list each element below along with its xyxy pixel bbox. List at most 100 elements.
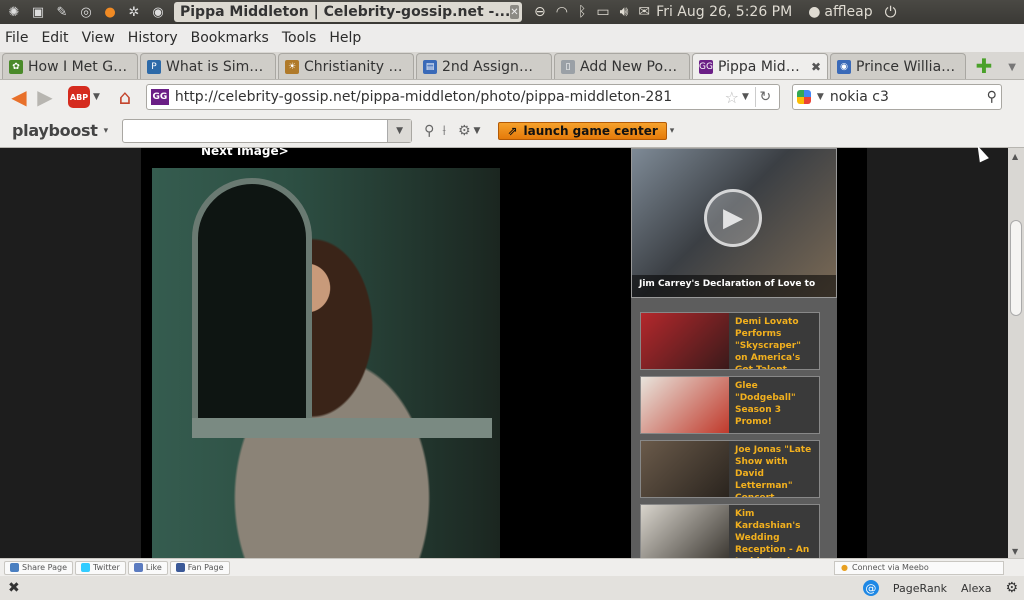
- tab-favicon: ▤: [423, 59, 437, 74]
- twitter-button[interactable]: Twitter: [75, 560, 126, 575]
- video-item[interactable]: Glee "Dodgeball" Season 3 Promo!: [640, 376, 820, 434]
- play-icon[interactable]: ▶: [704, 189, 762, 247]
- chat-icon[interactable]: ▣: [28, 2, 48, 22]
- magnifier-icon[interactable]: ⚲: [424, 123, 434, 139]
- share-page-label: Share Page: [22, 563, 67, 572]
- battery-icon[interactable]: ▭: [596, 4, 609, 20]
- video-thumbnail[interactable]: [641, 505, 729, 558]
- back-arrow-icon[interactable]: ◀: [6, 84, 32, 110]
- video-list: Demi Lovato Performs "Skyscraper" on Ame…: [640, 312, 820, 558]
- pagerank-label[interactable]: PageRank: [893, 582, 947, 595]
- video-title[interactable]: Joe Jonas "Late Show with David Letterma…: [729, 441, 819, 497]
- power-icon[interactable]: ⏻: [885, 3, 897, 21]
- firefox-icon[interactable]: ●: [100, 2, 120, 22]
- mail-icon[interactable]: ✉: [638, 4, 650, 20]
- tab-label: Add New Post ...: [580, 58, 683, 75]
- video-title[interactable]: Demi Lovato Performs "Skyscraper" on Ame…: [729, 313, 819, 369]
- gear-dropdown-icon[interactable]: ▼: [474, 126, 481, 136]
- url-text[interactable]: http://celebrity-gossip.net/pippa-middle…: [175, 89, 672, 105]
- tab-pippa-middleton[interactable]: GG Pippa Middl... ✖: [692, 53, 828, 79]
- tab-list-chevron-icon[interactable]: ▼: [1008, 62, 1016, 73]
- stop-icon[interactable]: ⊖: [534, 4, 546, 20]
- search-input[interactable]: nokia c3: [830, 89, 889, 105]
- next-image-link[interactable]: Next Image>: [201, 148, 289, 158]
- active-window-title[interactable]: Pippa Middleton | Celebrity-gossip.net -…: [174, 2, 522, 22]
- disc-icon[interactable]: ◎: [76, 2, 96, 22]
- scroll-up-icon[interactable]: ▲: [1012, 152, 1018, 161]
- alexa-label[interactable]: Alexa: [961, 582, 991, 595]
- bluetooth-icon[interactable]: ᛒ: [578, 4, 586, 20]
- menu-file[interactable]: File: [5, 30, 28, 46]
- adblock-plus-icon[interactable]: ABP: [68, 86, 90, 108]
- ubuntu-logo-icon[interactable]: ✺: [4, 2, 24, 22]
- tab-close-icon[interactable]: ✖: [811, 60, 821, 74]
- video-item[interactable]: Demi Lovato Performs "Skyscraper" on Ame…: [640, 312, 820, 370]
- like-button[interactable]: Like: [127, 560, 168, 575]
- share-page-button[interactable]: Share Page: [4, 560, 73, 575]
- user-menu[interactable]: ● affleap: [808, 4, 872, 20]
- launch-game-center-button[interactable]: ⇗ launch game center: [498, 121, 667, 140]
- search-magnifier-icon[interactable]: ⚲: [987, 89, 997, 105]
- video-thumbnail[interactable]: [641, 377, 729, 433]
- url-bar[interactable]: GG http://celebrity-gossip.net/pippa-mid…: [145, 84, 780, 110]
- celebrity-photo[interactable]: [152, 168, 500, 558]
- new-tab-plus-icon[interactable]: ✚: [972, 54, 996, 78]
- vertical-scrollbar[interactable]: ▲ ▼: [1008, 148, 1024, 558]
- settings-gear-icon[interactable]: ✲: [124, 2, 144, 22]
- menu-help[interactable]: Help: [329, 30, 361, 46]
- clock[interactable]: Fri Aug 26, 5:26 PM: [656, 4, 792, 20]
- adblock-dropdown-icon[interactable]: ▼: [93, 92, 100, 102]
- featured-video[interactable]: ▶ Jim Carrey's Declaration of Love to: [631, 148, 837, 298]
- panel-launchers: ✺ ▣ ✎ ◎ ● ✲ ◉: [0, 2, 168, 22]
- google-engine-icon[interactable]: [796, 90, 811, 104]
- video-thumbnail[interactable]: [641, 441, 729, 497]
- menu-view[interactable]: View: [82, 30, 115, 46]
- status-bar-right: @ PageRank Alexa ⚙: [862, 580, 1018, 596]
- launch-dropdown-icon[interactable]: ▾: [670, 126, 675, 136]
- menu-tools[interactable]: Tools: [282, 30, 317, 46]
- tab-bar: ✿ How I Met Go... P What is Simpl... ☀ C…: [0, 52, 1024, 80]
- scroll-down-icon[interactable]: ▼: [1012, 547, 1018, 556]
- url-history-dropdown-icon[interactable]: ▼: [742, 92, 749, 102]
- tab-christianity[interactable]: ☀ Christianity To...: [278, 53, 414, 79]
- tab-2nd-assignment[interactable]: ▤ 2nd Assignme...: [416, 53, 552, 79]
- playboost-search-input[interactable]: ▼: [122, 118, 413, 143]
- menu-bookmarks[interactable]: Bookmarks: [191, 30, 269, 46]
- at-sign-icon[interactable]: @: [862, 580, 879, 596]
- search-bar[interactable]: ▼ nokia c3 ⚲: [791, 84, 1002, 110]
- playboost-menu-icon[interactable]: ▾: [104, 126, 109, 136]
- tab-prince-william[interactable]: ◉ Prince William...: [830, 53, 966, 79]
- settings-icon[interactable]: ⚙: [1005, 580, 1018, 596]
- wifi-icon[interactable]: ◠: [556, 4, 568, 20]
- playboost-search-dropdown-icon[interactable]: ▼: [387, 119, 412, 142]
- meebo-connect-button[interactable]: ● Connect via Meebo: [834, 560, 1004, 575]
- gear-icon[interactable]: ⚙: [458, 123, 471, 139]
- video-thumbnail[interactable]: [641, 313, 729, 369]
- bookmark-star-icon[interactable]: ☆: [725, 88, 739, 107]
- text-editor-icon[interactable]: ✎: [52, 2, 72, 22]
- playboost-toolbar: playboost ▾ ▼ ⚲ ⟊ ⚙ ▼ ⇗ launch game cent…: [0, 114, 1024, 148]
- reload-icon[interactable]: ↻: [754, 87, 775, 107]
- video-title[interactable]: Kim Kardashian's Wedding Reception - An …: [729, 505, 819, 558]
- menu-edit[interactable]: Edit: [41, 30, 68, 46]
- menu-history[interactable]: History: [128, 30, 178, 46]
- tab-what-is-simpl[interactable]: P What is Simpl...: [140, 53, 276, 79]
- window-close-icon[interactable]: ✕: [510, 5, 519, 19]
- video-item[interactable]: Joe Jonas "Late Show with David Letterma…: [640, 440, 820, 498]
- home-icon[interactable]: ⌂: [112, 84, 138, 110]
- tab-add-new-post[interactable]: ▯ Add New Post ...: [554, 53, 690, 79]
- playboost-logo[interactable]: playboost: [12, 121, 98, 140]
- video-title[interactable]: Glee "Dodgeball" Season 3 Promo!: [729, 377, 819, 433]
- tab-label: Prince William...: [856, 58, 959, 75]
- close-addon-bar-icon[interactable]: ✖: [8, 580, 20, 596]
- tab-favicon: ✿: [9, 59, 23, 74]
- forward-arrow-icon[interactable]: ▶: [32, 84, 58, 110]
- media-disc-icon[interactable]: ◉: [148, 2, 168, 22]
- volume-icon[interactable]: 🔊︎: [620, 4, 629, 20]
- photo-sill-detail: [192, 418, 492, 438]
- video-item[interactable]: Kim Kardashian's Wedding Reception - An …: [640, 504, 820, 558]
- search-engine-dropdown-icon[interactable]: ▼: [817, 92, 824, 102]
- tab-how-i-met[interactable]: ✿ How I Met Go...: [2, 53, 138, 79]
- fan-page-button[interactable]: Fan Page: [169, 560, 230, 575]
- scrollbar-thumb[interactable]: [1010, 220, 1022, 316]
